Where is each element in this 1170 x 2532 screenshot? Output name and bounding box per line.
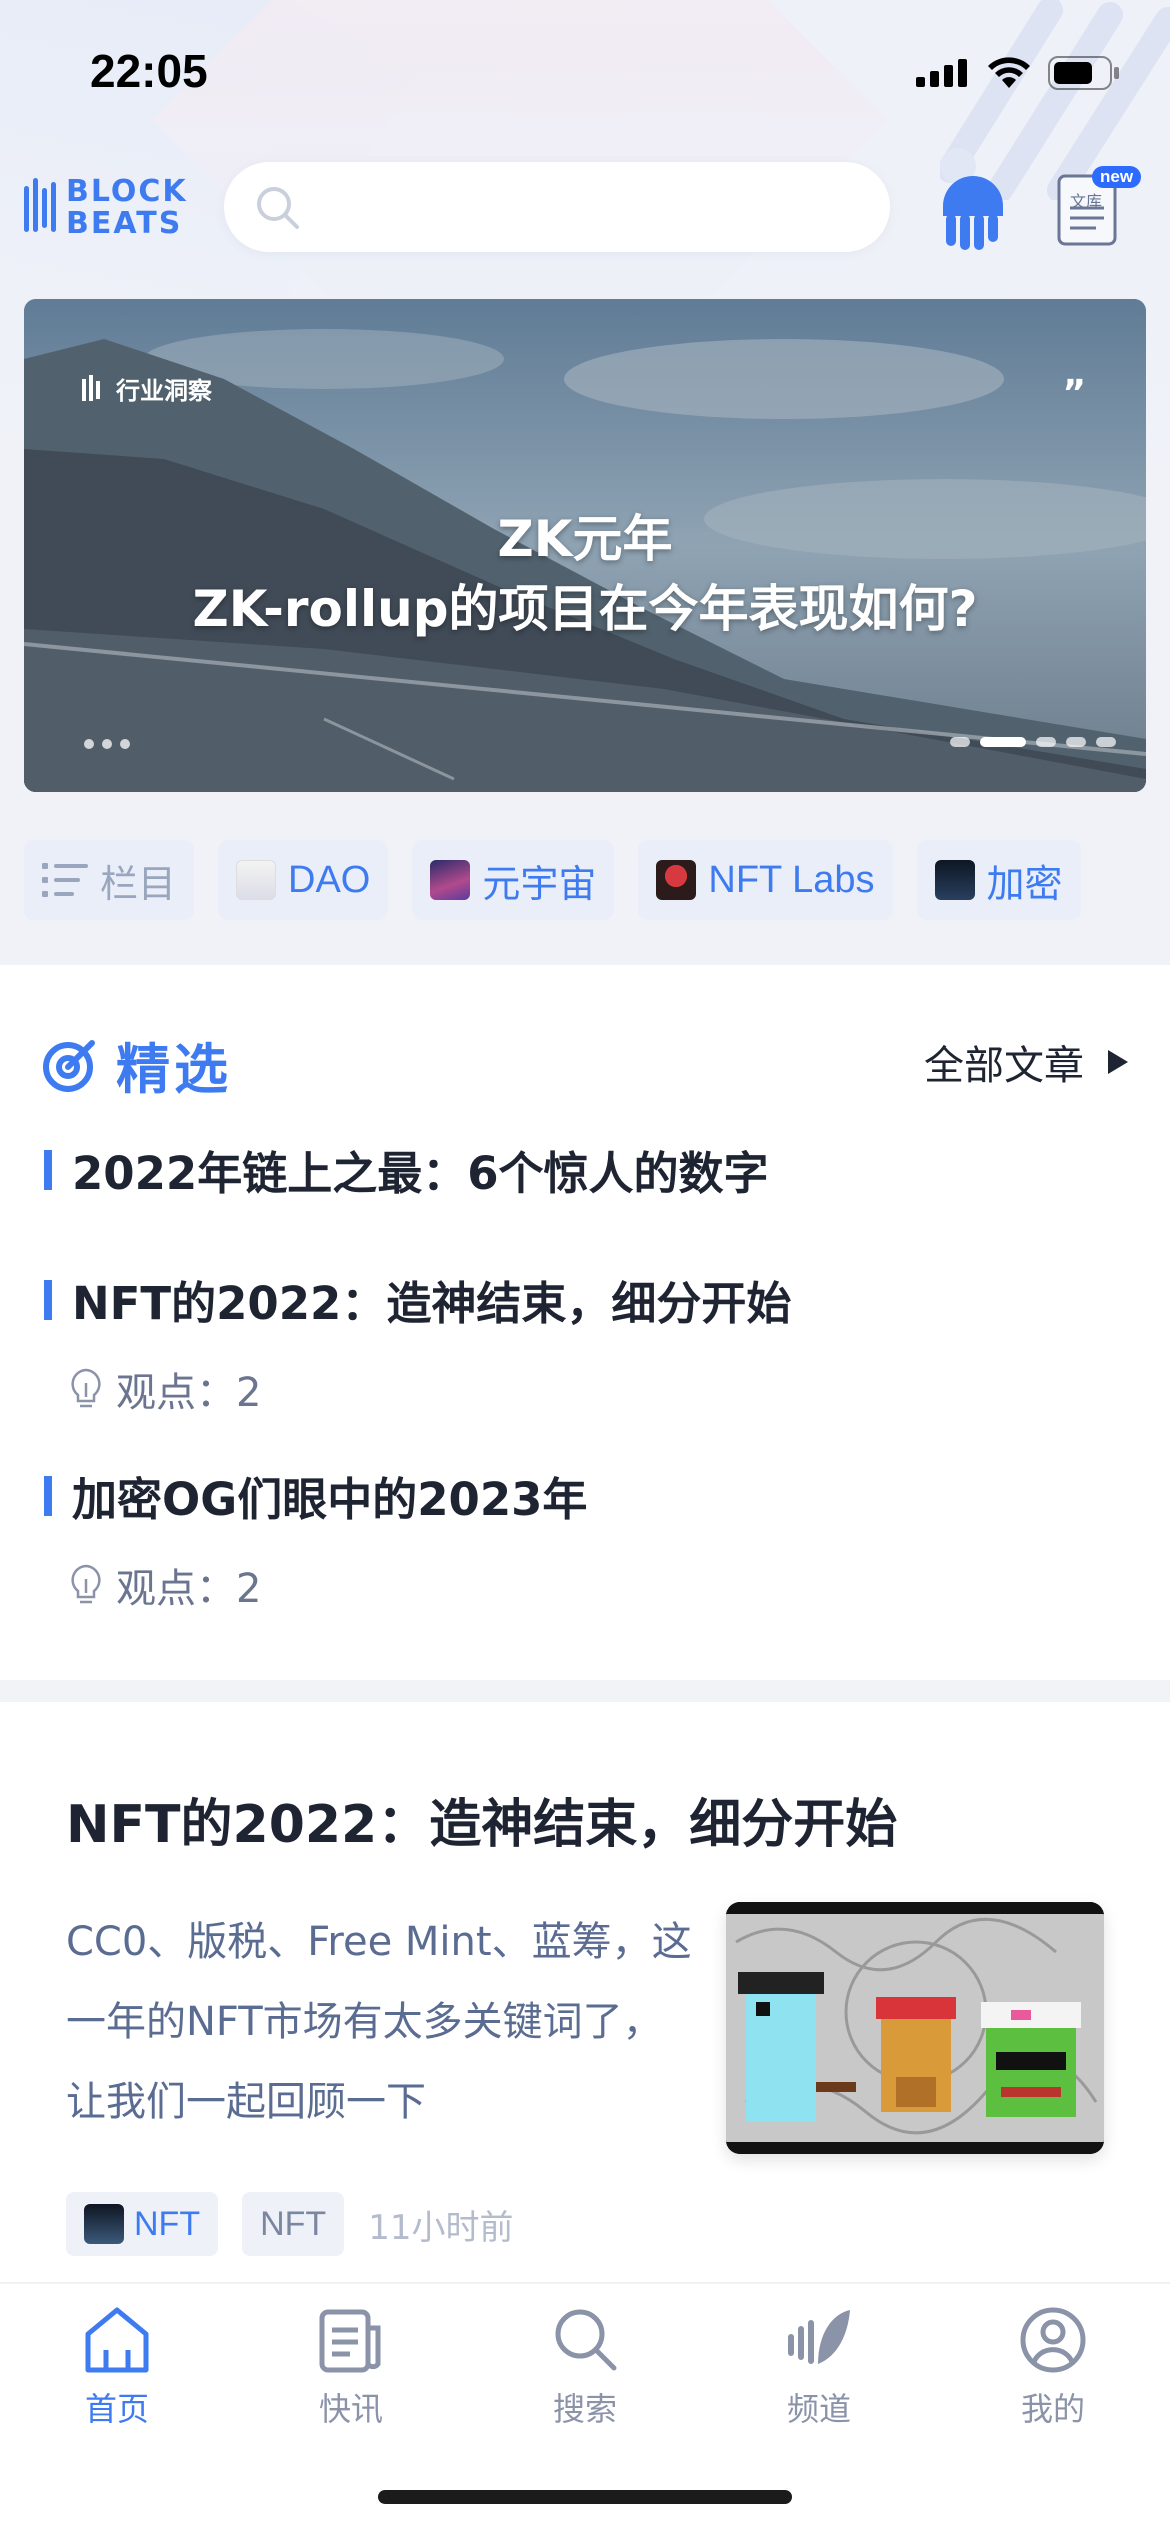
article-tags: NFT NFT 11小时前 — [66, 2192, 513, 2256]
more-dots-icon — [84, 739, 130, 749]
metaverse-thumb-icon — [430, 860, 471, 900]
category-label: 加密 — [986, 863, 1063, 906]
category-chip-nft-labs[interactable]: NFT Labs — [638, 840, 893, 920]
all-articles-link[interactable]: 全部文章 — [924, 1033, 1130, 1091]
article-title: NFT的2022：造神结束，细分开始 — [66, 1795, 898, 1855]
cellular-signal-icon — [916, 59, 967, 87]
featured-item-title: 加密OG们眼中的2023年 — [72, 1473, 588, 1526]
tab-news[interactable]: 快讯 — [234, 2304, 468, 2430]
featured-item[interactable]: NFT的2022：造神结束，细分开始 观点：2 — [44, 1267, 791, 1418]
section-divider — [0, 1680, 1170, 1702]
category-label: DAO — [288, 858, 371, 901]
play-arrow-icon — [1108, 1050, 1128, 1074]
status-time: 22:05 — [90, 45, 208, 97]
nft-tag-icon — [84, 2204, 124, 2244]
views-row: 观点：2 — [68, 1360, 791, 1418]
article-thumbnail — [726, 1902, 1104, 2154]
wifi-icon — [988, 57, 1030, 88]
featured-section: 精选 全部文章 2022年链上之最：6个惊人的数字 NFT的2022：造神结束，… — [0, 965, 1170, 1680]
banner-tag: 行业洞察 — [82, 371, 212, 406]
lightbulb-icon — [71, 1368, 101, 1408]
article-summary: CC0、版税、Free Mint、蓝筹，这一年的NFT市场有太多关键词了，让我们… — [66, 1919, 692, 2125]
new-badge: new — [1092, 166, 1142, 188]
target-icon — [43, 1039, 95, 1092]
tab-label: 我的 — [1020, 2390, 1085, 2428]
logo-bars-icon — [82, 374, 100, 401]
featured-item-title: NFT的2022：造神结束，细分开始 — [72, 1277, 792, 1330]
tab-label: 首页 — [84, 2390, 149, 2428]
tab-search[interactable]: 搜索 — [468, 2304, 702, 2430]
category-chip-dao[interactable]: DAO — [218, 840, 389, 920]
category-label: NFT Labs — [708, 858, 875, 901]
all-articles-label: 全部文章 — [924, 1043, 1084, 1089]
category-chip-crypto[interactable]: 加密 — [916, 840, 1081, 920]
featured-item-title: 2022年链上之最：6个惊人的数字 — [72, 1147, 769, 1200]
profile-icon — [1020, 2307, 1086, 2373]
list-icon — [42, 863, 88, 897]
search-input[interactable] — [224, 162, 890, 252]
featured-title: 精选 — [116, 1038, 232, 1101]
views-count: 观点：2 — [116, 1370, 262, 1416]
article-tag[interactable]: NFT — [66, 2192, 219, 2256]
category-chip-menu[interactable]: 栏目 — [24, 840, 195, 920]
category-label: 元宇宙 — [482, 863, 597, 906]
banner-title-line2: ZK-rollup的项目在今年表现如何? — [192, 580, 978, 638]
news-icon — [319, 2309, 381, 2373]
article-tag-label: NFT — [260, 2204, 327, 2243]
pager-dot-active[interactable] — [980, 737, 1026, 747]
banner-title-line1: ZK元年 — [497, 510, 673, 568]
battery-icon — [1048, 56, 1119, 90]
article-tag[interactable]: NFT — [242, 2192, 345, 2256]
article-time: 11小时前 — [368, 2207, 514, 2248]
banner-tag-label: 行业洞察 — [116, 377, 212, 405]
tab-label: 快讯 — [318, 2390, 383, 2428]
tab-home[interactable]: 首页 — [0, 2304, 234, 2430]
tab-channels[interactable]: 频道 — [702, 2304, 936, 2430]
pixel-art-image — [726, 1902, 1104, 2154]
category-label: 栏目 — [100, 861, 177, 906]
pager-dot[interactable] — [1096, 737, 1116, 747]
channel-icon — [788, 2310, 850, 2364]
category-chip-metaverse[interactable]: 元宇宙 — [412, 840, 615, 920]
item-marker — [44, 1279, 52, 1320]
jellyfish-icon[interactable] — [938, 166, 1008, 252]
home-icon — [85, 2307, 149, 2373]
app-screen: 22:05 BLOCK BEATS 文库 new 行业洞察 ” ZK元年 ZK-… — [0, 0, 1170, 2532]
blockbeats-logo[interactable]: BLOCK BEATS — [24, 172, 194, 242]
nft-labs-thumb-icon — [656, 860, 697, 900]
featured-item[interactable]: 加密OG们眼中的2023年 观点：2 — [44, 1463, 587, 1614]
featured-item[interactable]: 2022年链上之最：6个惊人的数字 — [44, 1137, 769, 1202]
tab-label: 频道 — [786, 2390, 851, 2428]
home-indicator[interactable] — [378, 2490, 792, 2504]
views-row: 观点：2 — [68, 1556, 587, 1614]
banner-carousel[interactable]: 行业洞察 ” ZK元年 ZK-rollup的项目在今年表现如何? — [24, 299, 1146, 792]
views-count: 观点：2 — [116, 1566, 262, 1612]
carousel-pager[interactable] — [950, 737, 1116, 747]
library-label: 文库 — [1070, 192, 1103, 211]
quote-icon: ” — [1062, 373, 1086, 414]
lightbulb-icon — [71, 1564, 101, 1604]
pager-dot[interactable] — [950, 737, 970, 747]
article-tag-label: NFT — [134, 2204, 201, 2243]
logo-text-block: BLOCK — [66, 174, 188, 209]
search-icon — [555, 2309, 617, 2371]
item-marker — [44, 1149, 52, 1190]
crypto-thumb-icon — [934, 860, 975, 900]
tab-profile[interactable]: 我的 — [936, 2304, 1170, 2430]
status-icons — [916, 56, 1120, 90]
search-icon — [257, 187, 299, 229]
tab-label: 搜索 — [552, 2390, 617, 2428]
pager-dot[interactable] — [1036, 737, 1056, 747]
pager-dot[interactable] — [1066, 737, 1086, 747]
item-marker — [44, 1475, 52, 1516]
dao-thumb-icon — [236, 860, 277, 900]
category-chips: 栏目 DAO 元宇宙 NFT Labs 加密 — [24, 840, 1081, 920]
status-bar: 22:05 — [0, 0, 1170, 150]
logo-text-beats: BEATS — [66, 206, 183, 241]
article-card[interactable]: NFT的2022：造神结束，细分开始 CC0、版税、Free Mint、蓝筹，这… — [0, 1702, 1170, 2282]
featured-header: 精选 — [42, 1025, 232, 1104]
